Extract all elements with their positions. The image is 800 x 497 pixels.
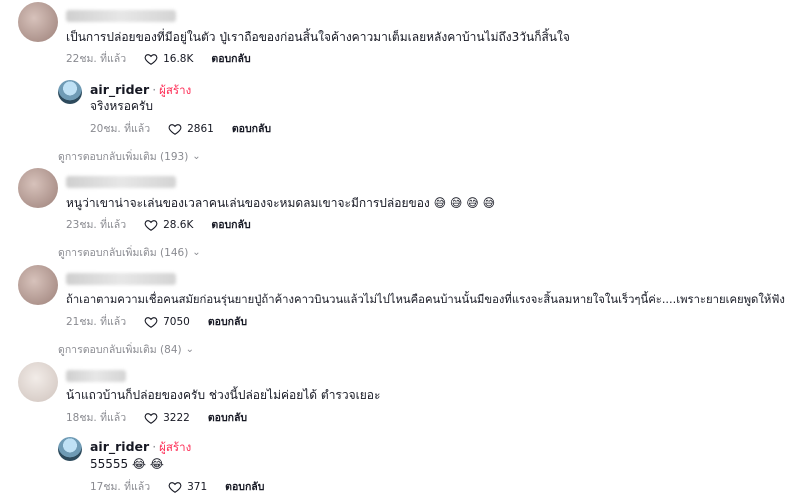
chevron-down-icon: ⌄ [192, 151, 201, 162]
like-count: 2861 [187, 122, 214, 135]
comment-text: ถ้าเอาตามความเชื่อคนสมัยก่อนรุ่นยายปู่ถ้… [66, 293, 785, 306]
heart-outline-icon [168, 123, 182, 135]
comment-meta: 21ชม. ที่แล้ว 7050 ตอบกลับ [66, 313, 247, 330]
like-button[interactable]: 3222 [144, 411, 190, 425]
comment-time: 23ชม. ที่แล้ว [66, 219, 127, 231]
heart-outline-icon [144, 316, 158, 328]
reply-time: 20ชม. ที่แล้ว [90, 123, 151, 135]
like-button[interactable]: 371 [168, 480, 207, 494]
view-more-replies[interactable]: ดูการตอบกลับเพิ่มเติม (146) ⌄ [58, 244, 201, 261]
chevron-down-icon: ⌄ [185, 344, 195, 355]
like-button[interactable]: 2861 [168, 122, 214, 136]
like-count: 28.6K [163, 218, 194, 231]
comment-time: 21ชม. ที่แล้ว [66, 316, 127, 328]
username-blurred[interactable] [66, 10, 176, 22]
avatar[interactable] [18, 265, 58, 305]
creator-avatar[interactable] [58, 437, 82, 461]
reply-meta: 17ชม. ที่แล้ว 371 ตอบกลับ [90, 478, 264, 495]
reply-button[interactable]: ตอบกลับ [211, 216, 250, 233]
like-button[interactable]: 28.6K [144, 218, 193, 232]
comment-meta: 18ชม. ที่แล้ว 3222 ตอบกลับ [66, 409, 247, 426]
like-button[interactable]: 7050 [144, 315, 190, 329]
like-count: 371 [187, 480, 208, 493]
comment-meta: 22ชม. ที่แล้ว 16.8K ตอบกลับ [66, 50, 251, 67]
avatar[interactable] [18, 168, 58, 208]
reply-text: จริงหรอครับ [90, 99, 153, 113]
view-more-replies[interactable]: ดูการตอบกลับเพิ่มเติม (193) ⌄ [58, 148, 201, 165]
heart-outline-icon [144, 219, 158, 231]
creator-badge: ผู้สร้าง [159, 440, 192, 454]
view-more-replies[interactable]: ดูการตอบกลับเพิ่มเติม (84) ⌄ [58, 341, 194, 358]
reply-text: 55555 😂 😂 [90, 457, 164, 471]
chevron-down-icon: ⌄ [192, 247, 201, 258]
reply-button[interactable]: ตอบกลับ [232, 120, 271, 137]
like-button[interactable]: 16.8K [144, 52, 193, 66]
comment-text: เป็นการปล่อยของที่มีอยู่ในตัว ปู่เราถือข… [66, 30, 570, 44]
heart-outline-icon [144, 53, 158, 65]
comment-time: 22ชม. ที่แล้ว [66, 53, 127, 65]
like-count: 7050 [163, 315, 190, 328]
reply-meta: 20ชม. ที่แล้ว 2861 ตอบกลับ [90, 120, 271, 137]
reply-button[interactable]: ตอบกลับ [208, 313, 247, 330]
heart-outline-icon [168, 481, 182, 493]
username-blurred[interactable] [66, 370, 126, 382]
comment-time: 18ชม. ที่แล้ว [66, 412, 127, 424]
username-blurred[interactable] [66, 176, 176, 188]
like-count: 16.8K [163, 52, 194, 65]
avatar[interactable] [18, 2, 58, 42]
heart-outline-icon [144, 412, 158, 424]
reply-button[interactable]: ตอบกลับ [225, 478, 264, 495]
creator-username[interactable]: air_rider · ผู้สร้าง [90, 439, 191, 457]
comment-meta: 23ชม. ที่แล้ว 28.6K ตอบกลับ [66, 216, 251, 233]
like-count: 3222 [163, 411, 190, 424]
comment-text: น้าแถวบ้านก็ปล่อยของครับ ช่วงนี้ปล่อยไม่… [66, 388, 381, 402]
reply-button[interactable]: ตอบกลับ [211, 50, 250, 67]
reply-button[interactable]: ตอบกลับ [208, 409, 247, 426]
username-blurred[interactable] [66, 273, 176, 285]
reply-time: 17ชม. ที่แล้ว [90, 481, 151, 493]
comment-text: หนูว่าเขาน่าจะเล่นของเวลาคนเล่นของจะหมดล… [66, 196, 496, 210]
creator-avatar[interactable] [58, 80, 82, 104]
creator-badge: ผู้สร้าง [159, 83, 192, 97]
avatar[interactable] [18, 362, 58, 402]
